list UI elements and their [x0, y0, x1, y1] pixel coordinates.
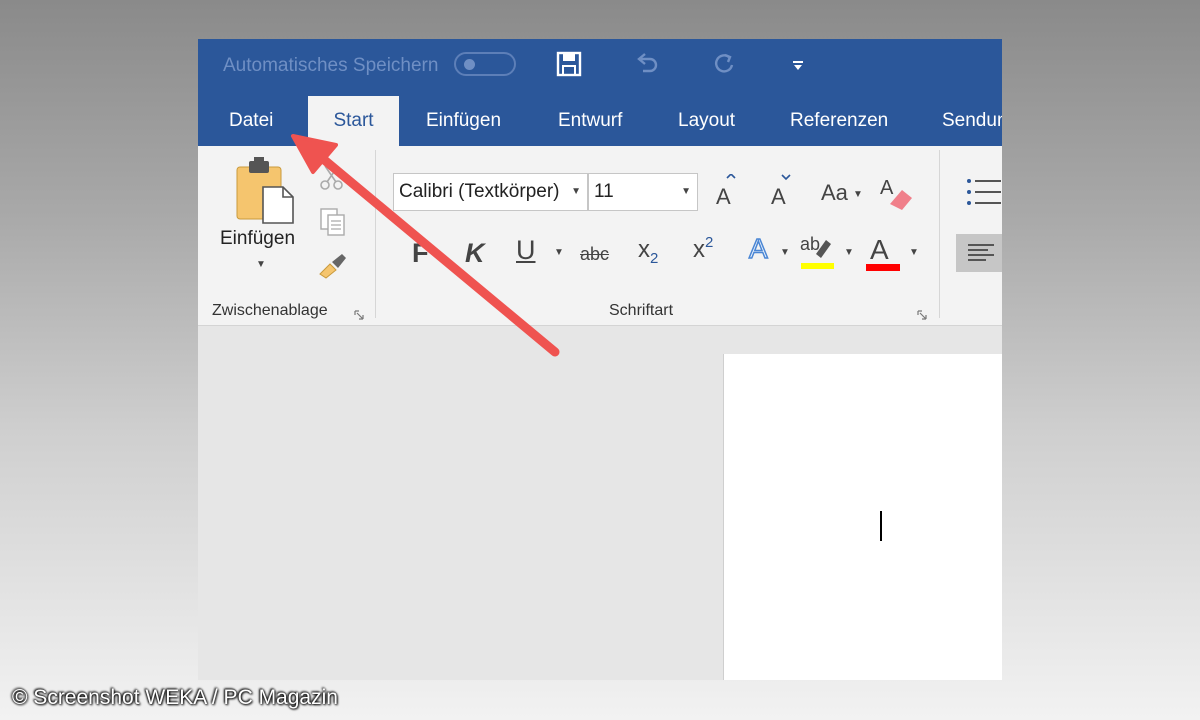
annotation-arrow	[291, 134, 560, 357]
copyright-watermark: © Screenshot WEKA / PC Magazin	[12, 686, 338, 709]
